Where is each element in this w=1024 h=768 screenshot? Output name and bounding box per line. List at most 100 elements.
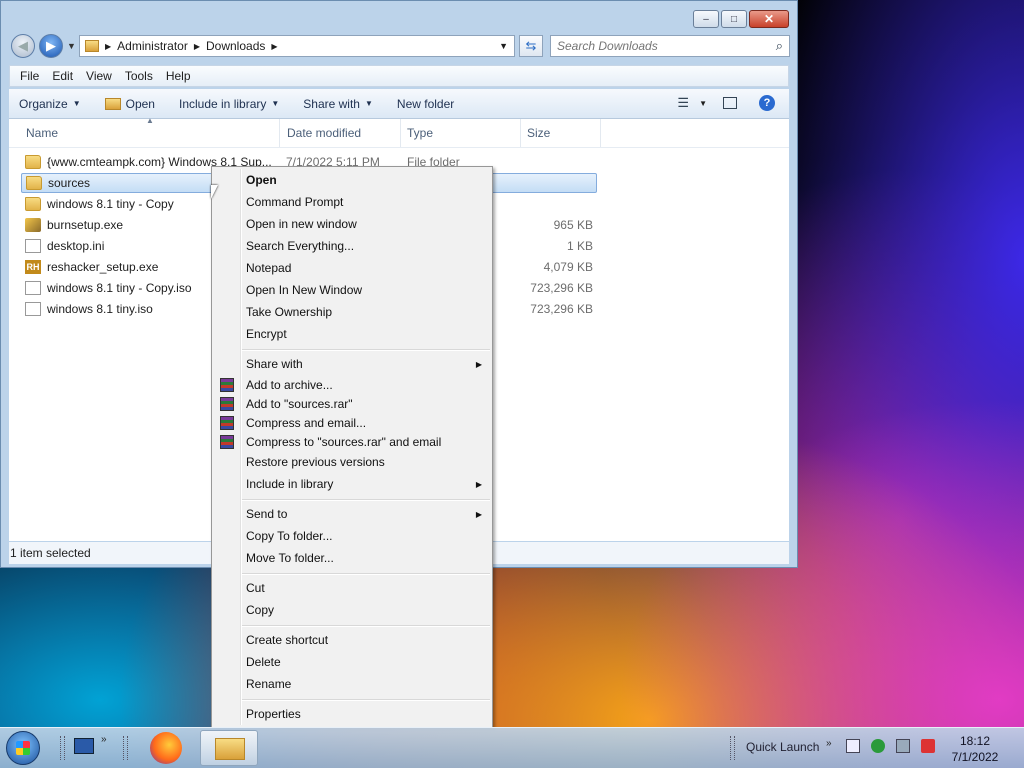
toolbar-grip[interactable] <box>123 736 128 760</box>
submenu-arrow-icon: ▶ <box>475 479 482 489</box>
file-size: 1 KB <box>566 239 593 253</box>
breadcrumb-downloads[interactable]: Downloads <box>206 39 265 53</box>
ctx-command-prompt[interactable]: Command Prompt <box>246 192 482 212</box>
column-name[interactable]: Name <box>26 126 58 140</box>
search-box[interactable]: ⌕ <box>550 35 790 57</box>
ctx-take-ownership[interactable]: Take Ownership <box>246 302 482 322</box>
folder-icon <box>26 176 42 190</box>
ctx-delete[interactable]: Delete <box>246 652 482 672</box>
clock[interactable]: 18:12 7/1/2022 <box>940 733 1010 765</box>
ctx-open-in-new-window-2[interactable]: Open In New Window <box>246 280 482 300</box>
ctx-restore-previous-versions[interactable]: Restore previous versions <box>246 452 482 472</box>
column-divider[interactable] <box>600 119 601 147</box>
share-label: Share with <box>303 96 360 111</box>
arrow-right-icon: ▶ <box>46 38 56 53</box>
recent-pages-dropdown[interactable]: ▼ <box>67 41 76 51</box>
context-menu: Open Command Prompt Open in new window S… <box>211 166 493 728</box>
folder-icon <box>25 197 41 211</box>
ctx-include-in-library[interactable]: Include in library ▶ <box>246 474 482 494</box>
iso-icon <box>25 281 41 295</box>
view-dropdown-icon[interactable]: ▼ <box>699 99 707 108</box>
show-desktop-icon[interactable] <box>74 738 94 754</box>
file-name: desktop.ini <box>47 239 105 253</box>
column-divider[interactable] <box>520 119 521 147</box>
address-dropdown-icon[interactable]: ▼ <box>499 41 508 51</box>
column-divider[interactable] <box>400 119 401 147</box>
ctx-cut[interactable]: Cut <box>246 578 482 598</box>
ctx-add-to-sources-rar[interactable]: Add to "sources.rar" <box>246 394 482 414</box>
menu-view[interactable]: View <box>86 69 112 83</box>
breadcrumb-administrator[interactable]: Administrator <box>117 39 188 53</box>
share-with-button[interactable]: Share with ▼ <box>303 97 373 111</box>
winrar-icon <box>220 416 234 430</box>
search-icon[interactable]: ⌕ <box>776 38 783 54</box>
column-date-modified[interactable]: Date modified <box>287 126 361 140</box>
menu-tools[interactable]: Tools <box>125 69 153 83</box>
chevron-more-icon[interactable]: » <box>826 738 832 749</box>
menu-help[interactable]: Help <box>166 69 191 83</box>
ctx-move-to-folder[interactable]: Move To folder... <box>246 548 482 568</box>
ctx-send-to[interactable]: Send to ▶ <box>246 504 482 524</box>
breadcrumb-arrow-icon[interactable]: ▶ <box>194 42 200 51</box>
dropdown-icon: ▼ <box>364 99 373 108</box>
organize-button[interactable]: Organize ▼ <box>19 97 81 111</box>
file-size: 723,296 KB <box>530 302 593 316</box>
tray-device-icon[interactable] <box>846 739 860 753</box>
submenu-arrow-icon: ▶ <box>475 509 482 519</box>
maximize-button[interactable]: □ <box>721 10 747 28</box>
ctx-add-to-archive[interactable]: Add to archive... <box>246 375 482 395</box>
file-name: sources <box>48 176 91 190</box>
address-bar[interactable]: ▶ Administrator ▶ Downloads ▶ ▼ <box>79 35 515 57</box>
breadcrumb-arrow-icon[interactable]: ▶ <box>105 42 111 51</box>
menu-file[interactable]: File <box>20 69 39 83</box>
help-icon[interactable]: ? <box>759 95 775 111</box>
toolbar-grip[interactable] <box>60 736 65 760</box>
tray-security-icon[interactable] <box>871 739 885 753</box>
ctx-encrypt[interactable]: Encrypt <box>246 324 482 344</box>
minimize-button[interactable]: – <box>693 10 719 28</box>
dropdown-icon: ▼ <box>72 99 81 108</box>
chevron-more-icon[interactable]: » <box>101 734 107 745</box>
ctx-open[interactable]: Open <box>246 170 482 190</box>
ctx-open-in-new-window[interactable]: Open in new window <box>246 214 482 234</box>
ctx-share-with[interactable]: Share with ▶ <box>246 354 482 374</box>
view-options-icon[interactable]: ☰ <box>677 95 689 111</box>
new-folder-button[interactable]: New folder <box>397 97 454 111</box>
address-row: ◀ ▶ ▼ ▶ Administrator ▶ Downloads ▶ ▼ ⇆ … <box>9 34 790 60</box>
winrar-icon <box>220 378 234 392</box>
ctx-search-everything[interactable]: Search Everything... <box>246 236 482 256</box>
ctx-create-shortcut[interactable]: Create shortcut <box>246 630 482 650</box>
new-folder-label: New folder <box>396 96 455 111</box>
forward-button[interactable]: ▶ <box>39 34 63 58</box>
column-divider[interactable] <box>279 119 280 147</box>
close-button[interactable]: ✕ <box>749 10 789 28</box>
ctx-rename[interactable]: Rename <box>246 674 482 694</box>
quick-launch-label[interactable]: Quick Launch <box>746 740 819 754</box>
search-input[interactable] <box>551 38 759 54</box>
ctx-compress-and-email[interactable]: Compress and email... <box>246 413 482 433</box>
column-type[interactable]: Type <box>407 126 433 140</box>
start-button[interactable] <box>6 731 40 765</box>
ctx-copy-to-folder[interactable]: Copy To folder... <box>246 526 482 546</box>
menu-edit[interactable]: Edit <box>52 69 73 83</box>
ctx-properties[interactable]: Properties <box>246 704 482 724</box>
refresh-button[interactable]: ⇆ <box>519 35 543 57</box>
column-size[interactable]: Size <box>527 126 550 140</box>
tray-volume-muted-icon[interactable] <box>921 739 935 753</box>
ctx-compress-to-rar-and-email[interactable]: Compress to "sources.rar" and email <box>246 432 482 452</box>
firefox-icon[interactable] <box>150 732 182 764</box>
open-button[interactable]: Open <box>104 97 155 111</box>
breadcrumb-arrow-icon[interactable]: ▶ <box>271 42 277 51</box>
refresh-icon: ⇆ <box>525 38 537 53</box>
include-in-library-button[interactable]: Include in library ▼ <box>179 97 279 111</box>
toolbar-grip[interactable] <box>730 736 735 760</box>
ctx-label: Share with <box>246 357 303 371</box>
ctx-copy[interactable]: Copy <box>246 600 482 620</box>
taskbar-explorer-button[interactable] <box>200 730 258 766</box>
preview-pane-icon[interactable] <box>723 97 737 109</box>
ctx-label: Send to <box>246 507 288 521</box>
back-button[interactable]: ◀ <box>11 34 35 58</box>
menu-separator <box>242 573 490 575</box>
tray-network-icon[interactable] <box>896 739 910 753</box>
ctx-notepad[interactable]: Notepad <box>246 258 482 278</box>
